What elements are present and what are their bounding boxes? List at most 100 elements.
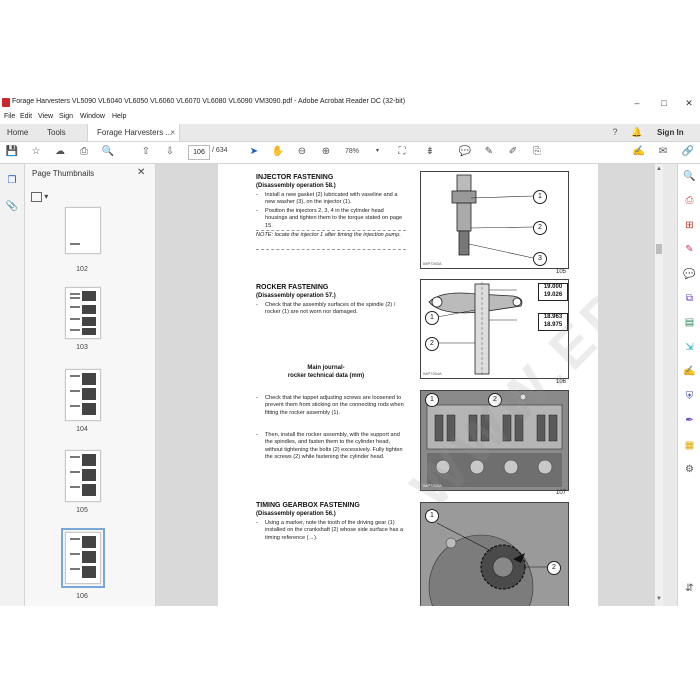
more-tools-icon[interactable]: ▦ xyxy=(683,439,696,452)
bookmark-star-icon[interactable]: ☆ xyxy=(29,145,43,159)
cylinder-head-figure: 1 2 IMP7265A xyxy=(420,390,569,491)
callout-2: 2 xyxy=(425,337,439,351)
callout-1: 1 xyxy=(425,393,439,407)
right-tools-rail: 🔍 ⎙ ⊞ ✎ 💬 ⧉ ▤ ⇲ ✍ ⛨ ✒ ▦ ⚙ ⇵ xyxy=(677,164,700,606)
hand-tool-icon[interactable]: ✋ xyxy=(271,145,285,159)
export-pdf-icon[interactable]: ⎙ xyxy=(683,194,696,207)
acrobat-window: Forage Harvesters VL5090 VL6040 VL6050 V… xyxy=(0,95,700,606)
divider xyxy=(256,230,406,231)
menu-file[interactable]: File xyxy=(4,113,15,120)
close-tab-icon[interactable]: × xyxy=(170,124,175,141)
page-thumbnails-panel: Page Thumbnails ✕ ▾ 102 103 104 105 106 xyxy=(25,164,156,606)
document-scrollbar[interactable]: ▲ ▼ xyxy=(655,164,663,606)
acrobat-app-icon xyxy=(2,98,10,107)
menu-sign[interactable]: Sign xyxy=(59,113,73,120)
menu-view[interactable]: View xyxy=(38,113,53,120)
help-icon[interactable]: ? xyxy=(609,126,621,138)
thumbnail-options-button[interactable]: ▾ xyxy=(31,191,53,203)
zoom-dropdown[interactable]: 78% ▾ xyxy=(345,145,379,158)
share-link-icon[interactable]: 🔗 xyxy=(681,145,695,159)
page-number-input[interactable]: 106 xyxy=(188,145,210,160)
zoom-value: 78% xyxy=(345,148,360,155)
create-pdf-icon[interactable]: ⊞ xyxy=(683,219,696,232)
close-window-button[interactable]: ✕ xyxy=(678,96,700,110)
spindle-dimension-bottom: 18.963 18.975 xyxy=(538,313,568,331)
stamp-icon[interactable]: ⎘ xyxy=(530,145,544,159)
scroll-down-icon[interactable]: ▼ xyxy=(655,596,663,602)
title-bar: Forage Harvesters VL5090 VL6040 VL6050 V… xyxy=(0,95,700,111)
main-toolbar: 💾 ☆ ☁ ⎙ 🔍 ⇧ ⇩ 106 / 634 ➤ ✋ ⊖ ⊕ 78% ▾ ⛶ … xyxy=(0,142,700,164)
thumbnail-label-103: 103 xyxy=(76,344,88,351)
search-icon[interactable]: 🔍 xyxy=(683,170,696,183)
rocker-technical-data-label: Main journal- rocker technical data (mm) xyxy=(287,365,365,379)
timing-gear-figure: 1 2 xyxy=(420,502,569,606)
scroll-up-icon[interactable]: ▲ xyxy=(655,166,663,172)
zoom-in-icon[interactable]: ⊕ xyxy=(319,145,333,159)
page-fit-icon[interactable]: ⛶ xyxy=(395,145,409,159)
next-page-icon[interactable]: ⇩ xyxy=(163,145,177,159)
select-cursor-icon[interactable]: ➤ xyxy=(247,145,261,159)
highlight-pen-icon[interactable]: ✎ xyxy=(482,145,496,159)
rocker-step-2: - Check that the tappet adjusting screws … xyxy=(256,395,404,416)
thumbnail-page-104[interactable] xyxy=(65,369,101,421)
attachment-icon[interactable]: 📎 xyxy=(5,200,19,214)
thumbnail-page-103[interactable] xyxy=(65,287,101,339)
document-scroll-thumb[interactable] xyxy=(656,244,662,254)
comment-tool-icon[interactable]: 💬 xyxy=(683,268,696,281)
timing-gear-drawing xyxy=(421,503,568,606)
settings-gear-icon[interactable]: ⚙ xyxy=(683,463,696,476)
combine-files-icon[interactable]: ⧉ xyxy=(683,292,696,305)
organize-pages-icon[interactable]: ▤ xyxy=(683,316,696,329)
tab-home[interactable]: Home xyxy=(7,124,28,141)
thumbnail-page-106[interactable] xyxy=(61,528,105,588)
page-thumbnails-icon[interactable]: ❐ xyxy=(5,174,19,188)
minimize-button[interactable]: – xyxy=(626,96,648,110)
tab-document-label: Forage Harvesters ... xyxy=(97,128,173,137)
thumbnail-label-104: 104 xyxy=(76,426,88,433)
thumbnail-label-106: 106 xyxy=(76,593,88,600)
tab-document[interactable]: Forage Harvesters ... × xyxy=(87,124,180,141)
menu-help[interactable]: Help xyxy=(112,113,126,120)
rocker-section-title: ROCKER FASTENING xyxy=(256,284,329,291)
notification-bell-icon[interactable]: 🔔 xyxy=(631,126,643,138)
rocker-step-3: - Then, install the rocker assembly, with… xyxy=(256,432,403,461)
figure-number-106: 106 xyxy=(556,379,567,385)
collapse-panel-icon[interactable]: ⇵ xyxy=(683,582,696,595)
search-icon[interactable]: 🔍 xyxy=(101,145,115,159)
maximize-button[interactable]: □ xyxy=(653,96,675,110)
menu-edit[interactable]: Edit xyxy=(20,113,32,120)
sign-in-button[interactable]: Sign In xyxy=(657,124,684,141)
fill-sign-icon[interactable]: ✍ xyxy=(632,145,646,159)
email-icon[interactable]: ✉ xyxy=(656,145,670,159)
previous-page-icon[interactable]: ⇧ xyxy=(139,145,153,159)
menu-window[interactable]: Window xyxy=(80,113,105,120)
thumbnail-page-102[interactable] xyxy=(65,207,101,254)
send-for-signature-icon[interactable]: ✒ xyxy=(683,414,696,427)
thumbnail-page-105[interactable] xyxy=(65,450,101,502)
spindle-dimension-top: 19.000 19.026 xyxy=(538,283,568,301)
comment-icon[interactable]: 💬 xyxy=(458,145,472,159)
thumbnails-header: Page Thumbnails xyxy=(32,169,95,178)
save-icon[interactable]: 💾 xyxy=(5,145,19,159)
figure-code: IMP7264A xyxy=(423,371,442,376)
protect-shield-icon[interactable]: ⛨ xyxy=(683,390,696,403)
fill-sign-tool-icon[interactable]: ✍ xyxy=(683,365,696,378)
rocker-step-1: - Check that the assembly surfaces of the… xyxy=(256,302,396,316)
close-panel-icon[interactable]: ✕ xyxy=(137,167,145,178)
callout-2: 2 xyxy=(488,393,502,407)
tab-tools[interactable]: Tools xyxy=(47,124,66,141)
callout-1: 1 xyxy=(425,509,439,523)
figure-code: IMP7265A xyxy=(423,483,442,488)
edit-pdf-icon[interactable]: ✎ xyxy=(683,243,696,256)
rocker-figure: 19.000 19.026 18.963 18.975 1 2 IMP7264A xyxy=(420,279,569,379)
print-icon[interactable]: ⎙ xyxy=(77,145,91,159)
zoom-out-icon[interactable]: ⊖ xyxy=(295,145,309,159)
compress-icon[interactable]: ⇲ xyxy=(683,341,696,354)
window-title: Forage Harvesters VL5090 VL6040 VL6050 V… xyxy=(12,98,406,105)
tab-bar: Home Tools Forage Harvesters ... × ? 🔔 S… xyxy=(0,124,700,142)
upload-cloud-icon[interactable]: ☁ xyxy=(53,145,67,159)
draw-icon[interactable]: ✐ xyxy=(506,145,520,159)
scroll-mode-icon[interactable]: ⇟ xyxy=(423,145,437,159)
document-viewport[interactable]: INJECTOR FASTENING (Disassembly operatio… xyxy=(156,164,663,606)
figure-number-107: 107 xyxy=(556,490,567,496)
